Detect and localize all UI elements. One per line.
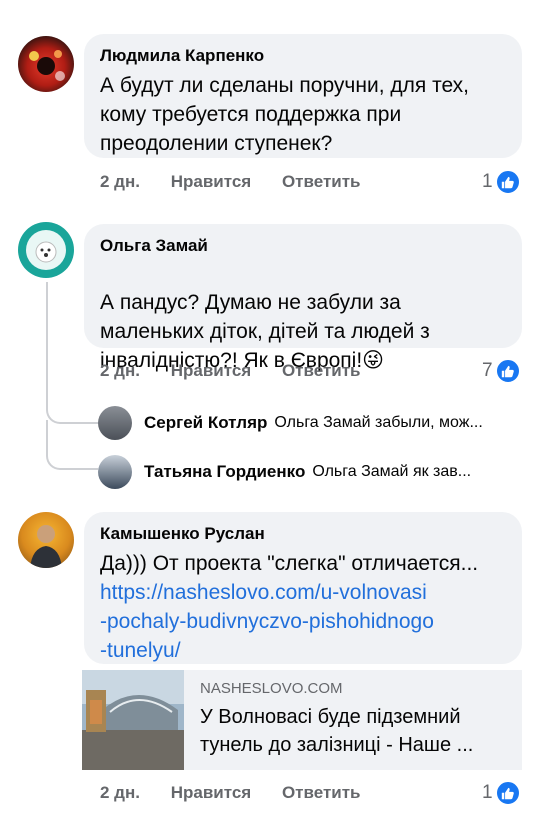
avatar-image	[29, 50, 65, 81]
like-button[interactable]: Нравится	[171, 172, 252, 191]
like-icon	[494, 169, 521, 195]
like-icon	[494, 358, 521, 384]
like-count: 1	[482, 782, 493, 803]
comment-text: А пандус? Думаю не забули за маленьких д…	[100, 259, 520, 375]
thread-line	[46, 282, 48, 392]
comment-time[interactable]: 2 дн.	[100, 172, 140, 191]
reply-item[interactable]: Сергей Котляр Ольга Замай забыли, мож...	[98, 406, 483, 440]
like-count: 7	[482, 360, 493, 381]
avatar[interactable]	[98, 455, 132, 489]
comment-author[interactable]: Людмила Карпенко	[100, 46, 264, 66]
reply-button[interactable]: Ответить	[282, 783, 361, 802]
avatar[interactable]	[18, 36, 74, 92]
reaction-count[interactable]: 1	[482, 780, 521, 806]
comment-actions: 2 дн. Нравится Ответить	[100, 783, 361, 803]
reaction-count[interactable]: 1	[482, 169, 521, 195]
link-preview-title: У Волновасі буде підземний тунель до зал…	[200, 706, 474, 756]
link-preview-card[interactable]: NASHESLOVO.COM У Волновасі буде підземни…	[82, 670, 522, 770]
link-preview-image	[82, 670, 184, 770]
like-count: 1	[482, 171, 493, 192]
comment-text: А будут ли сделаны поручни, для тех, ком…	[100, 74, 470, 155]
reaction-count[interactable]: 7	[482, 358, 521, 384]
comment-author[interactable]: Ольга Замай	[100, 236, 208, 256]
avatar[interactable]	[98, 406, 132, 440]
reply-item[interactable]: Татьяна Гордиенко Ольга Замай як зав...	[98, 455, 471, 489]
like-icon	[494, 780, 521, 806]
avatar[interactable]	[18, 512, 74, 568]
comment-bubble: Камышенко Руслан Да))) От проекта "слегк…	[84, 512, 522, 664]
reply-preview: Ольга Замай забыли, мож...	[274, 414, 483, 431]
comment-text: Да))) От проекта "слегка" отличается...	[100, 552, 479, 575]
reply-author[interactable]: Татьяна Гордиенко	[144, 462, 305, 482]
like-button[interactable]: Нравится	[171, 783, 252, 802]
thread-connector	[46, 420, 98, 470]
link-preview-domain: NASHESLOVO.COM	[200, 680, 343, 697]
comment-author[interactable]: Камышенко Руслан	[100, 524, 265, 544]
emoji: 😜	[362, 349, 385, 372]
comment-time[interactable]: 2 дн.	[100, 783, 140, 802]
comment-link[interactable]: https://nasheslovo.com/u-volnovasi -poch…	[100, 578, 520, 665]
reply-button[interactable]: Ответить	[282, 172, 361, 191]
reply-button[interactable]: Ответить	[282, 361, 361, 380]
comment-actions: 2 дн. Нравится Ответить	[100, 361, 361, 381]
like-button[interactable]: Нравится	[171, 361, 252, 380]
avatar-image	[30, 525, 62, 568]
avatar-image	[26, 230, 66, 270]
reply-preview: Ольга Замай як зав...	[312, 463, 472, 480]
avatar[interactable]	[18, 222, 74, 278]
comment-actions: 2 дн. Нравится Ответить	[100, 172, 361, 192]
comment-time[interactable]: 2 дн.	[100, 361, 140, 380]
reply-author[interactable]: Сергей Котляр	[144, 413, 267, 433]
comment-bubble: Людмила Карпенко А будут ли сделаны пору…	[84, 34, 522, 158]
comment-bubble: Ольга Замай А пандус? Думаю не забули за…	[84, 224, 522, 372]
